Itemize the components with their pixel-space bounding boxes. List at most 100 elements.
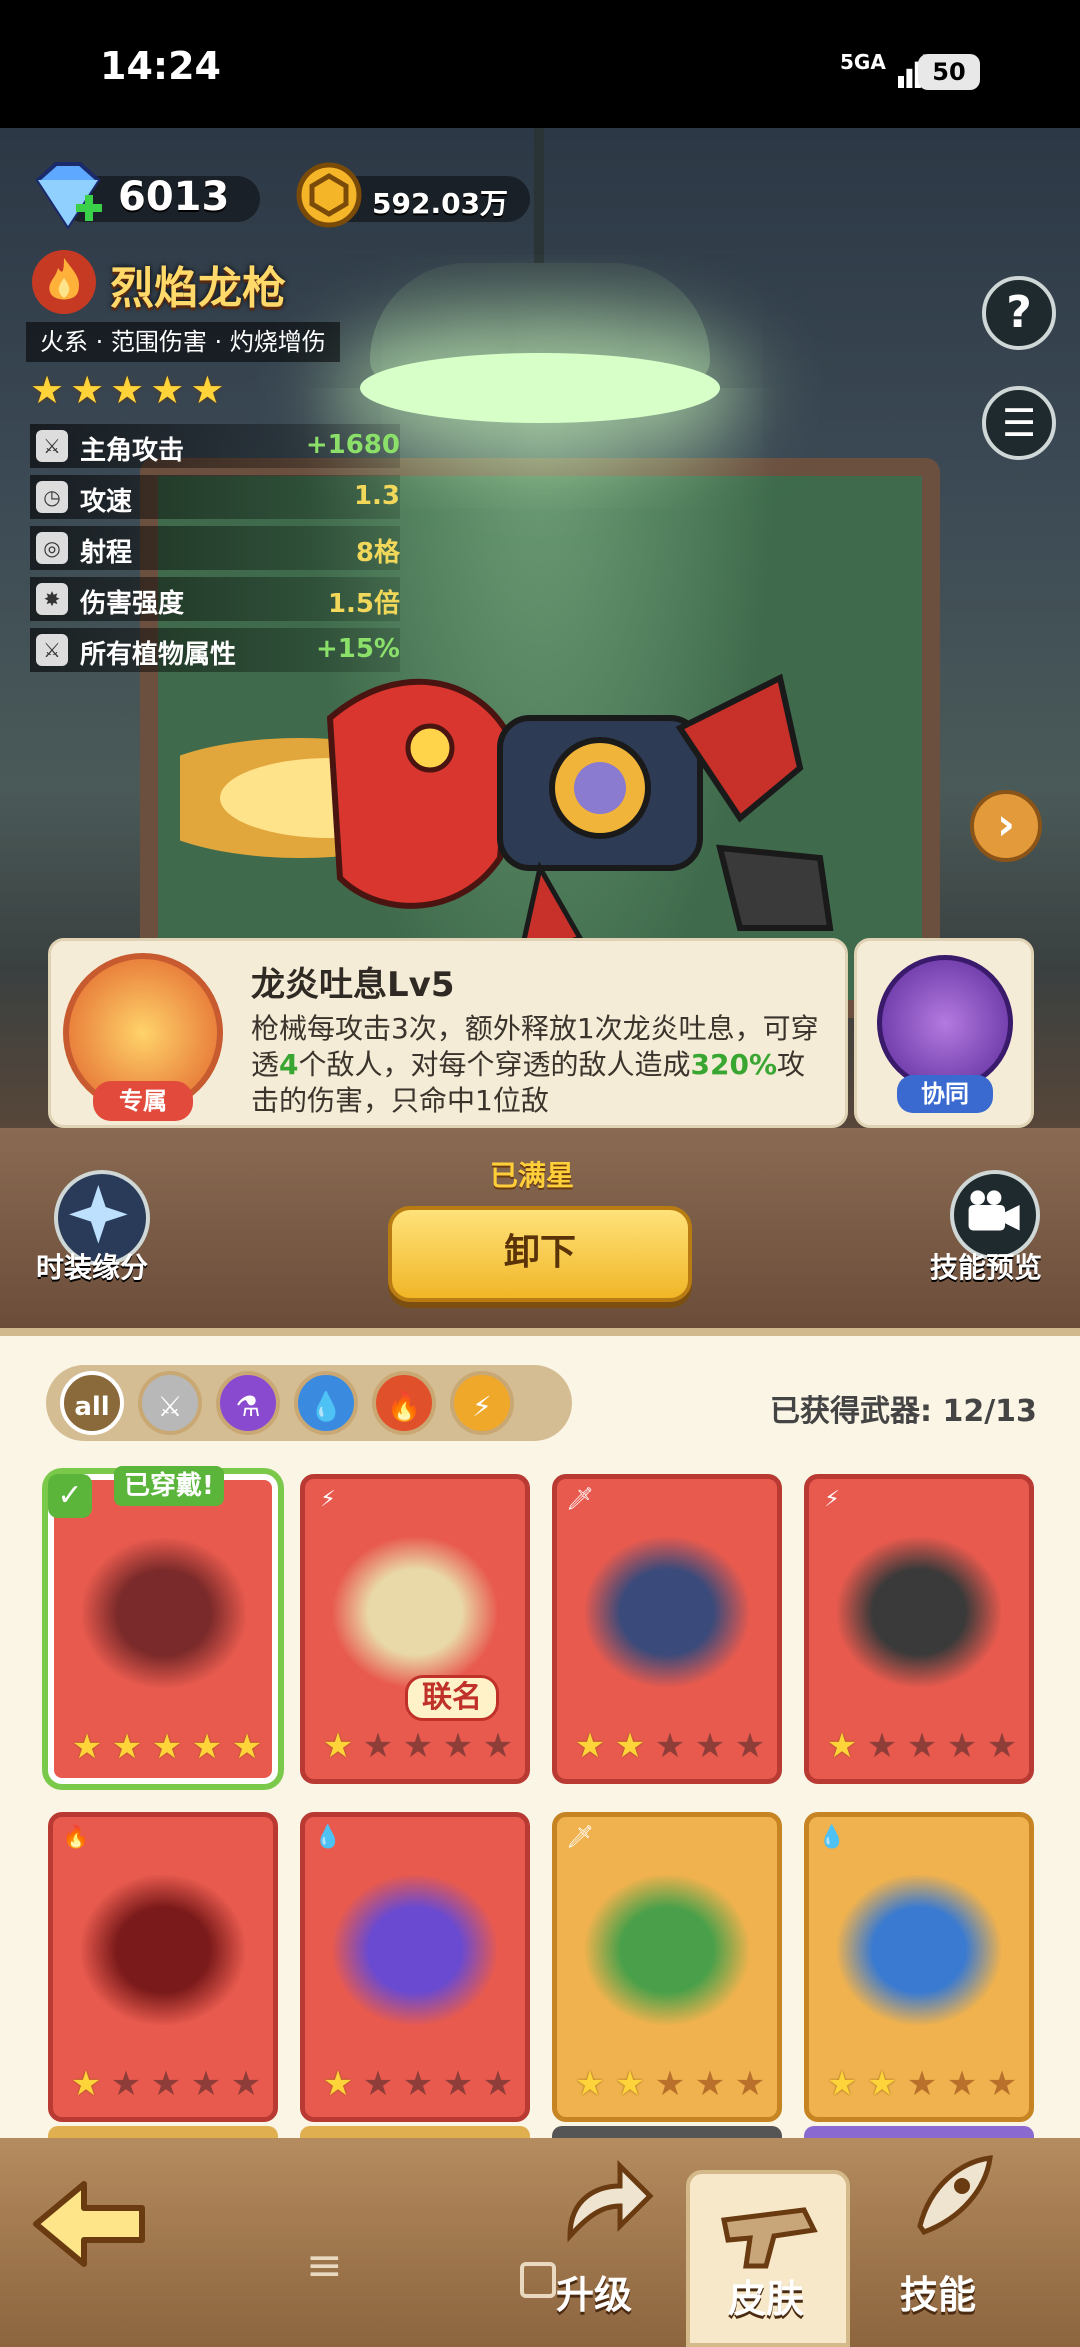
weapon-card-art: [333, 1875, 497, 2025]
star-icon: ★: [482, 1726, 514, 1766]
stat-value: +1680: [305, 430, 400, 460]
star-icon: ★: [150, 368, 185, 412]
equipped-tag: 已穿戴!: [114, 1466, 224, 1506]
weapon-card[interactable]: ⚡ ★ ★ ★ ★ ★: [804, 1474, 1034, 1784]
stat-label: 攻速: [80, 487, 133, 517]
lightning-element-icon: ⚡: [320, 1487, 336, 1512]
star-icon: ★: [231, 1727, 263, 1767]
gem-icon[interactable]: [28, 158, 108, 234]
nav-upgrade[interactable]: 升级: [540, 2146, 670, 2336]
menu-list-button[interactable]: ☰: [982, 386, 1056, 460]
weapon-card[interactable]: 💧 ★ ★ ★ ★ ★: [804, 1812, 1034, 2122]
star-icon: ★: [826, 2064, 858, 2104]
blade-element-icon: 🗡: [566, 1825, 594, 1850]
stat-value: 1.3: [353, 481, 400, 511]
blade-element-icon: 🗡: [566, 1487, 594, 1512]
weapon-tags: 火系 · 范围伤害 · 灼烧增伤: [26, 322, 340, 362]
synergy-card[interactable]: 协同: [854, 938, 1034, 1128]
exclusive-badge: 专属: [93, 1081, 193, 1121]
filter-potion[interactable]: ⚗: [216, 1371, 280, 1435]
stat-value: 1.5倍: [327, 589, 400, 619]
weapon-card-stars: ★ ★ ★ ★ ★: [823, 2065, 1021, 2103]
nav-skill[interactable]: 技能: [880, 2146, 1030, 2336]
unequip-button[interactable]: 卸下: [388, 1206, 692, 1302]
weapon-card-art: [585, 1537, 749, 1687]
star-icon: ★: [30, 368, 65, 412]
star-icon: ★: [694, 1726, 726, 1766]
hamburger-icon[interactable]: ≡: [306, 2240, 343, 2291]
synergy-icon: [877, 955, 1013, 1091]
star-icon: ★: [574, 1726, 606, 1766]
star-icon: ★: [482, 2064, 514, 2104]
star-icon: ★: [190, 2064, 222, 2104]
stat-row: ✸ 伤害强度 1.5倍: [30, 577, 400, 621]
next-weapon-button[interactable]: ›: [970, 790, 1042, 862]
weapon-card[interactable]: 🔥★★★★★✓已穿戴!: [48, 1466, 278, 1784]
skill-card[interactable]: 专属 龙炎吐息Lv5 枪械每攻击3次，额外释放1次龙炎吐息，可穿透4个敌人，对每…: [48, 938, 848, 1128]
weapon-card-art: [837, 1537, 1001, 1687]
stat-row: ⚔ 所有植物属性 +15%: [30, 628, 400, 672]
back-arrow-icon[interactable]: [30, 2176, 150, 2272]
star-icon: ★: [150, 2064, 182, 2104]
star-icon: ★: [402, 2064, 434, 2104]
weapon-name: 烈焰龙枪: [110, 263, 286, 314]
help-button[interactable]: ?: [982, 276, 1056, 350]
filter-water[interactable]: 💧: [294, 1371, 358, 1435]
filter-fire[interactable]: 🔥: [372, 1371, 436, 1435]
star-icon: ★: [654, 1726, 686, 1766]
filter-blade[interactable]: ⚔: [138, 1371, 202, 1435]
costume-bond-label: 时装缘分: [36, 1251, 149, 1284]
weapon-card-partial[interactable]: [804, 2126, 1034, 2138]
status-time: 14:24: [100, 44, 221, 88]
check-icon: ✓: [48, 1474, 92, 1518]
weapon-card-partial[interactable]: [300, 2126, 530, 2138]
stat-label: 射程: [80, 538, 133, 568]
star-icon: ★: [322, 1726, 354, 1766]
skill-desc-highlight: 4: [279, 1048, 299, 1081]
weapon-card-stars: ★ ★ ★ ★ ★: [68, 1728, 266, 1766]
star-icon: ★: [190, 368, 225, 412]
weapon-card-stars: ★ ★ ★ ★ ★: [571, 2065, 769, 2103]
owned-weapons-count: 已获得武器: 12/13: [770, 1394, 1037, 1429]
filter-all[interactable]: all: [60, 1371, 124, 1435]
star-icon: ★: [946, 2064, 978, 2104]
clock-icon: ◷: [36, 481, 68, 513]
star-icon: ★: [614, 1726, 646, 1766]
weapon-card[interactable]: ⚡ ★ ★ ★ ★ ★ 联名: [300, 1474, 530, 1784]
coin-count: 592.03万: [372, 187, 509, 220]
weapon-card-art: [585, 1875, 749, 2025]
nav-skill-label: 技能: [900, 2273, 977, 2317]
stat-row: ◎ 射程 8格: [30, 526, 400, 570]
network-label: 5GA: [840, 50, 886, 74]
nav-skin-label: 皮肤: [728, 2277, 805, 2321]
star-icon: ★: [110, 368, 145, 412]
weapon-card[interactable]: 💧 ★ ★ ★ ★ ★: [300, 1812, 530, 2122]
weapon-card-art: [82, 1538, 246, 1688]
star-icon: ★: [111, 1727, 143, 1767]
weapon-card-art: [333, 1537, 497, 1687]
stat-value: 8格: [355, 538, 400, 568]
nav-upgrade-label: 升级: [556, 2273, 633, 2317]
upgrade-arrow-icon: [567, 2159, 654, 2243]
water-element-icon: 💧: [314, 1825, 342, 1850]
star-icon: ★: [402, 1726, 434, 1766]
star-icon: ★: [70, 2064, 102, 2104]
weapon-card-stars: ★ ★ ★ ★ ★: [319, 1727, 517, 1765]
star-icon: ★: [574, 2064, 606, 2104]
weapon-card[interactable]: 🗡 ★ ★ ★ ★ ★: [552, 1812, 782, 2122]
coin-icon: [296, 162, 362, 228]
star-icon: ★: [322, 2064, 354, 2104]
weapon-card[interactable]: 🔥 ★ ★ ★ ★ ★: [48, 1812, 278, 2122]
weapon-card-partial[interactable]: [552, 2126, 782, 2138]
nav-skin[interactable]: 皮肤: [686, 2170, 850, 2347]
star-icon: ★: [866, 2064, 898, 2104]
sword-icon: ⚔: [36, 634, 68, 666]
target-icon: ◎: [36, 532, 68, 564]
weapon-card[interactable]: 🗡 ★ ★ ★ ★ ★: [552, 1474, 782, 1784]
lamp-cord: [534, 128, 544, 268]
star-icon: ★: [906, 1726, 938, 1766]
star-icon: ★: [442, 1726, 474, 1766]
filter-lightning[interactable]: ⚡: [450, 1371, 514, 1435]
stat-label: 主角攻击: [80, 436, 185, 466]
weapon-card-partial[interactable]: [48, 2126, 278, 2138]
